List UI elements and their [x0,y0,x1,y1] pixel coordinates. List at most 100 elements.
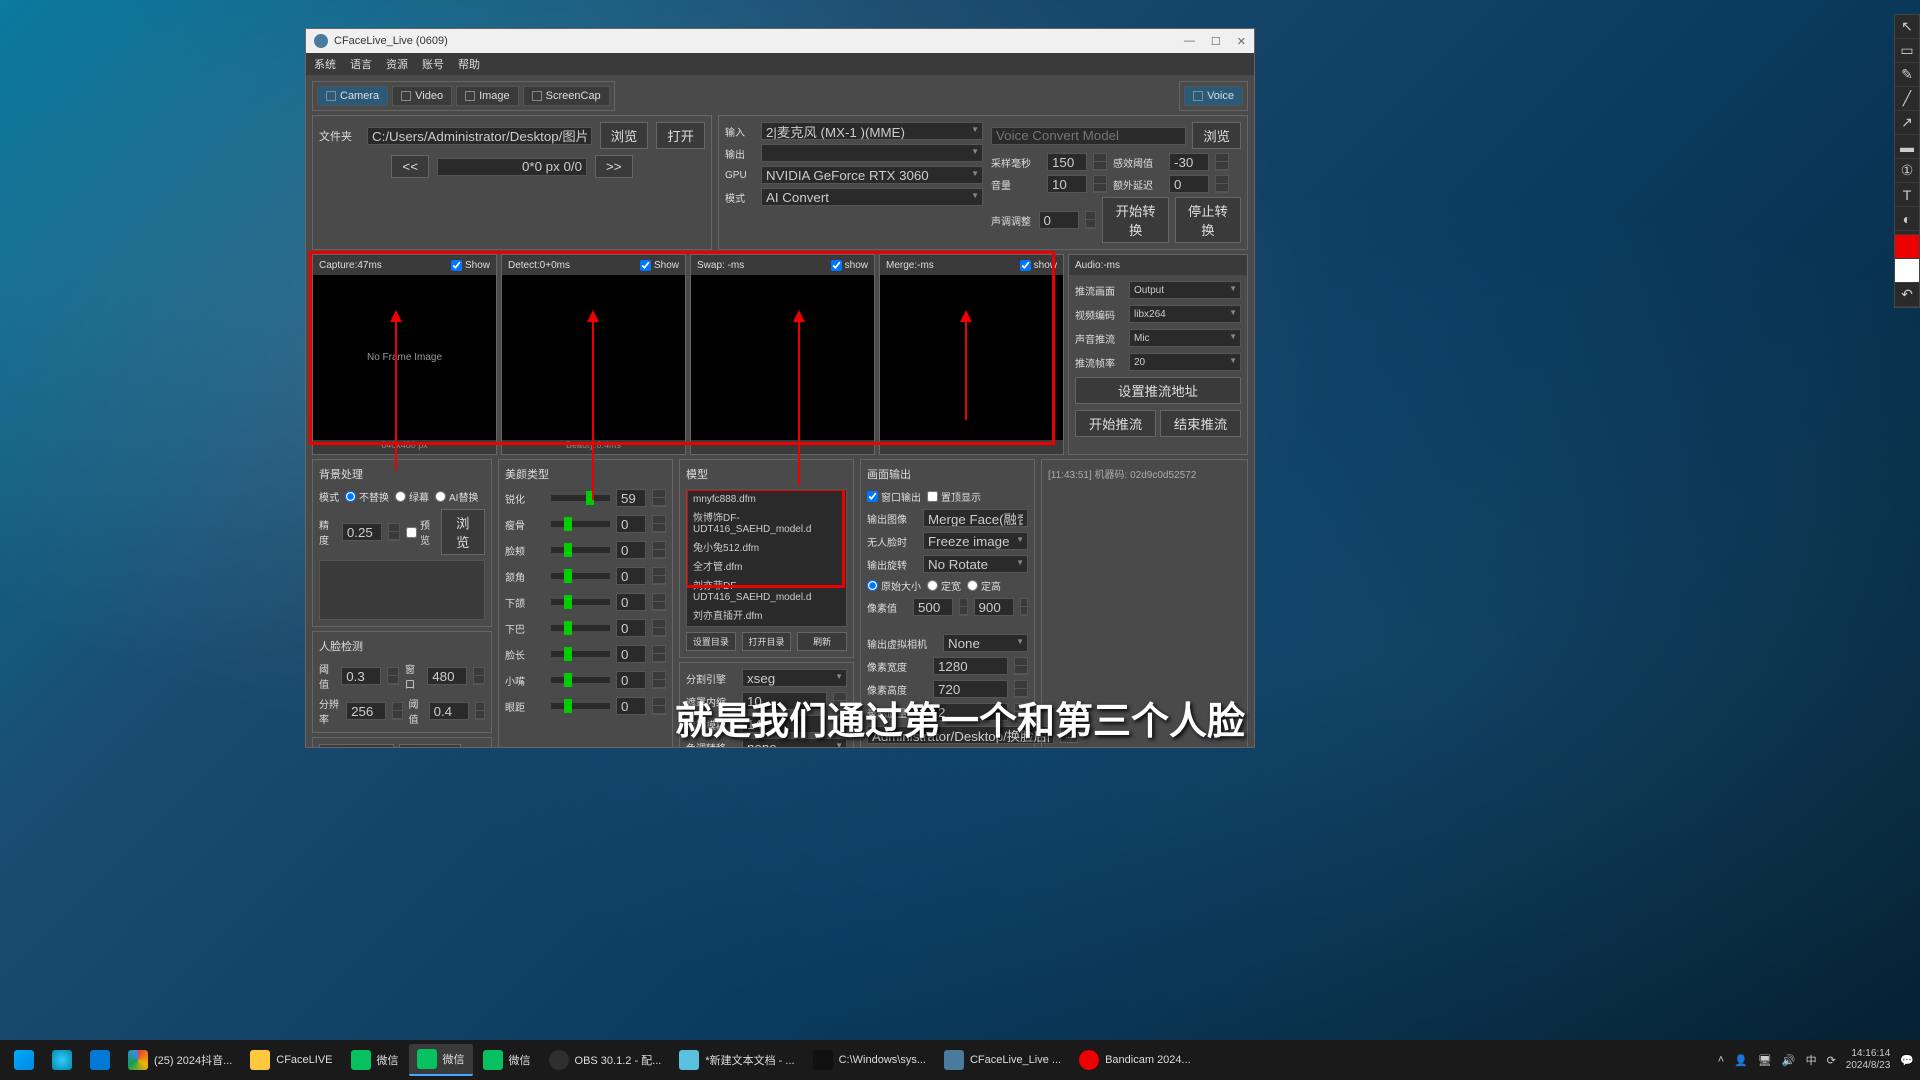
px-w-input[interactable] [913,598,953,616]
counter-input[interactable] [437,158,587,176]
tray-notifications-icon[interactable]: 💬 [1900,1054,1914,1067]
tool-rect[interactable]: ▭ [1895,39,1919,63]
top-checkbox[interactable]: 置顶显示 [927,489,981,504]
slider-value[interactable] [616,697,646,715]
fps-select[interactable] [1129,353,1241,371]
tool-arrow[interactable]: ↗ [1895,111,1919,135]
task-store[interactable] [82,1044,118,1076]
task-obs[interactable]: OBS 30.1.2 - 配... [541,1044,670,1076]
voice-model-browse[interactable]: 浏览 [1192,122,1241,149]
list-item[interactable]: 恢博饰DF-UDT416_SAEHD_model.d [689,507,844,537]
list-item[interactable]: 兔小兔512.dfm [689,537,844,556]
pitch-spinner[interactable] [1085,211,1097,229]
tray-sync-icon[interactable]: ⟳ [1827,1054,1836,1067]
slider-track[interactable] [551,547,610,553]
task-edge[interactable] [44,1044,80,1076]
add-face-button[interactable]: 添加人脸 [319,744,394,747]
tray-volume-icon[interactable]: 🔊 [1782,1054,1796,1067]
bg-opt1[interactable]: 不替换 [345,489,389,504]
start-button[interactable] [6,1044,42,1076]
res-input[interactable] [346,702,386,720]
tab-screencap[interactable]: ScreenCap [523,86,610,106]
list-item[interactable]: 刘亦菲DF-UDT416_SAEHD_model.d [689,575,844,605]
list-item[interactable]: mnyfc888.dfm [689,492,844,507]
slider-track[interactable] [551,677,610,683]
voice-mode-select[interactable] [761,188,983,206]
window-input[interactable] [427,667,467,685]
prev-button[interactable]: << [391,155,429,178]
px-h-input[interactable] [974,598,1014,616]
tool-blur[interactable]: ◐ [1895,207,1919,231]
open-button[interactable]: 打开 [656,122,705,149]
winout-checkbox[interactable]: 窗口输出 [867,489,921,504]
folder-path-input[interactable] [367,127,592,145]
slider-value[interactable] [616,541,646,559]
sample-input[interactable] [1047,153,1087,171]
sample-spinner[interactable] [1093,153,1107,171]
tool-cursor[interactable]: ↖ [1895,15,1919,39]
slider-value[interactable] [616,489,646,507]
audio-src-select[interactable] [1129,329,1241,347]
minimize-button[interactable]: — [1184,35,1195,48]
pitch-input[interactable] [1039,211,1079,229]
precision-input[interactable] [342,523,382,541]
noface-select[interactable] [923,532,1028,550]
task-wechat3[interactable]: 微信 [475,1044,539,1076]
task-chrome[interactable]: (25) 2024抖音... [120,1044,240,1076]
list-item[interactable]: 全才管.dfm [689,556,844,575]
precision-spinner[interactable] [388,523,400,541]
preview-checkbox[interactable]: 预览 [406,517,435,547]
slider-spinner[interactable] [652,697,666,715]
swap-show-checkbox[interactable]: show [831,260,868,271]
voice-output-select[interactable] [761,144,983,162]
open-dir-button[interactable]: 打开目录 [742,632,792,651]
volume-spinner[interactable] [1093,175,1107,193]
detect-show-checkbox[interactable]: Show [640,260,679,271]
maximize-button[interactable]: ☐ [1211,35,1221,48]
list-item[interactable]: 刘亦直插开.dfm [689,605,844,624]
tab-voice[interactable]: Voice [1184,86,1243,106]
menu-help[interactable]: 帮助 [458,56,480,72]
tab-image[interactable]: Image [456,86,519,106]
capture-show-checkbox[interactable]: Show [451,260,490,271]
voice-gpu-select[interactable] [761,166,983,184]
task-explorer[interactable]: CFaceLIVE [242,1044,340,1076]
color-white[interactable] [1895,259,1919,283]
delay-spinner[interactable] [1215,175,1229,193]
bg-browse-button[interactable]: 浏览 [441,509,485,555]
refresh-button[interactable]: 刷新 [797,632,847,651]
slider-track[interactable] [551,521,610,527]
task-wechat2[interactable]: 微信 [409,1044,473,1076]
slider-value[interactable] [616,619,646,637]
slider-value[interactable] [616,567,646,585]
voice-model-input[interactable] [991,127,1186,145]
tab-camera[interactable]: Camera [317,86,388,106]
model-listbox[interactable]: mnyfc888.dfm恢博饰DF-UDT416_SAEHD_model.d兔小… [686,489,847,627]
start-convert-button[interactable]: 开始转换 [1102,197,1168,243]
slider-value[interactable] [616,671,646,689]
tab-video[interactable]: Video [392,86,452,106]
close-button[interactable]: ✕ [1237,35,1246,48]
threshold-input[interactable] [1169,153,1209,171]
tray-people-icon[interactable]: 👤 [1734,1054,1748,1067]
threshold-spinner[interactable] [1215,153,1229,171]
voice-input-select[interactable] [761,122,983,140]
thresh2-input[interactable] [429,702,469,720]
menu-account[interactable]: 账号 [422,56,444,72]
stream-select[interactable] [1129,281,1241,299]
slider-track[interactable] [551,599,610,605]
size-opt2[interactable]: 定宽 [927,578,961,593]
thresh-input[interactable] [341,667,381,685]
undo-face-button[interactable]: 撤销添 [399,744,461,747]
vw-input[interactable] [933,657,1008,675]
task-wechat1[interactable]: 微信 [343,1044,407,1076]
tool-undo[interactable]: ↶ [1895,283,1919,307]
color-red[interactable] [1895,235,1919,259]
clock[interactable]: 14:16:14 2024/8/23 [1846,1048,1891,1072]
slider-value[interactable] [616,593,646,611]
menu-resource[interactable]: 资源 [386,56,408,72]
task-bandicam[interactable]: Bandicam 2024... [1071,1044,1199,1076]
bg-opt2[interactable]: 绿幕 [395,489,429,504]
tool-line[interactable]: ╱ [1895,87,1919,111]
volume-input[interactable] [1047,175,1087,193]
